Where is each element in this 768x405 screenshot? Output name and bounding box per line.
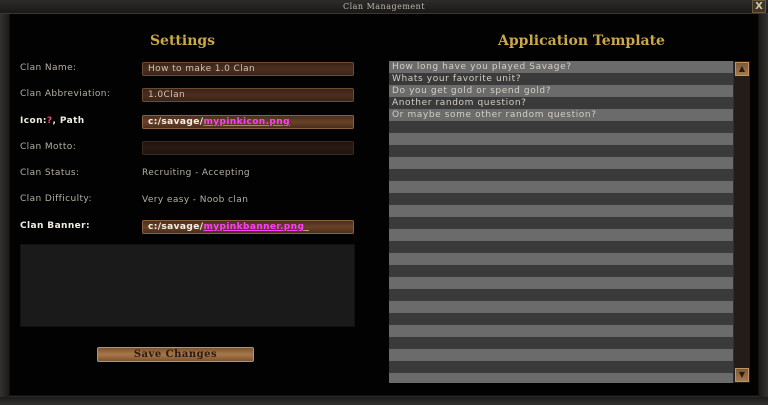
template-line[interactable] bbox=[389, 337, 733, 349]
template-line[interactable] bbox=[389, 169, 733, 181]
clan-status-label: Clan Status: bbox=[20, 168, 80, 178]
frame-right bbox=[759, 13, 768, 405]
template-line[interactable]: Another random question? bbox=[389, 97, 733, 109]
text-cursor: _ bbox=[304, 222, 310, 232]
template-line[interactable] bbox=[389, 121, 733, 133]
clan-motto-input[interactable] bbox=[142, 141, 354, 155]
clan-motto-label: Clan Motto: bbox=[20, 142, 77, 152]
template-scrollbar[interactable]: ▲ ▼ bbox=[733, 61, 750, 383]
clan-difficulty-select[interactable]: Very easy - Noob clan bbox=[142, 193, 248, 207]
template-line[interactable] bbox=[389, 229, 733, 241]
template-line[interactable] bbox=[389, 349, 733, 361]
clan-status-select[interactable]: Recruiting - Accepting bbox=[142, 166, 250, 180]
frame-bottom bbox=[0, 397, 768, 405]
clan-abbreviation-label: Clan Abbreviation: bbox=[20, 89, 111, 99]
icon-path-label: Icon:?, Path bbox=[20, 114, 85, 128]
template-line[interactable] bbox=[389, 157, 733, 169]
clan-name-input[interactable]: How to make 1.0 Clan bbox=[142, 62, 354, 76]
template-line[interactable]: Or maybe some other random question? bbox=[389, 109, 733, 121]
template-line[interactable] bbox=[389, 301, 733, 313]
icon-path-input[interactable]: c:/savage/mypinkicon.png bbox=[142, 115, 354, 129]
icon-path-prefix: c:/savage/ bbox=[148, 117, 204, 127]
title-bar[interactable]: Clan Management X bbox=[0, 0, 768, 14]
settings-heading: Settings bbox=[149, 33, 216, 49]
close-icon[interactable]: X bbox=[752, 0, 766, 13]
template-line[interactable] bbox=[389, 241, 733, 253]
banner-preview bbox=[20, 244, 355, 327]
clan-difficulty-label: Clan Difficulty: bbox=[20, 194, 92, 204]
template-line[interactable] bbox=[389, 325, 733, 337]
template-line[interactable] bbox=[389, 205, 733, 217]
template-line[interactable] bbox=[389, 373, 733, 383]
template-line[interactable] bbox=[389, 217, 733, 229]
template-line[interactable] bbox=[389, 289, 733, 301]
clan-banner-label: Clan Banner: bbox=[20, 221, 90, 231]
application-template-heading: Application Template bbox=[498, 33, 665, 49]
icon-path-file: mypinkicon.png bbox=[203, 117, 290, 127]
save-changes-button[interactable]: Save Changes bbox=[97, 347, 254, 362]
template-line[interactable]: How long have you played Savage? bbox=[389, 61, 733, 73]
arrow-down-icon[interactable]: ▼ bbox=[735, 368, 749, 382]
icon-label-suffix: , Path bbox=[52, 116, 85, 126]
clan-name-label: Clan Name: bbox=[20, 63, 77, 73]
template-line[interactable] bbox=[389, 145, 733, 157]
template-line[interactable]: Do you get gold or spend gold? bbox=[389, 85, 733, 97]
arrow-up-icon[interactable]: ▲ bbox=[735, 62, 749, 76]
application-template-text[interactable]: How long have you played Savage? Whats yo… bbox=[389, 61, 733, 383]
template-line[interactable] bbox=[389, 181, 733, 193]
template-line[interactable]: Whats your favorite unit? bbox=[389, 73, 733, 85]
banner-path-file: mypinkbanner.png bbox=[203, 222, 305, 232]
icon-label-prefix: Icon: bbox=[20, 116, 47, 126]
clan-banner-input[interactable]: c:/savage/mypinkbanner.png_ bbox=[142, 220, 354, 234]
template-line[interactable] bbox=[389, 193, 733, 205]
clan-abbreviation-input[interactable]: 1.0Clan bbox=[142, 88, 354, 102]
template-line[interactable] bbox=[389, 133, 733, 145]
template-line[interactable] bbox=[389, 361, 733, 373]
template-line[interactable] bbox=[389, 313, 733, 325]
banner-path-prefix: c:/savage/ bbox=[148, 222, 204, 232]
template-line[interactable] bbox=[389, 277, 733, 289]
template-line[interactable] bbox=[389, 265, 733, 277]
window-title: Clan Management bbox=[342, 2, 426, 11]
frame-left bbox=[0, 13, 9, 405]
template-line[interactable] bbox=[389, 253, 733, 265]
